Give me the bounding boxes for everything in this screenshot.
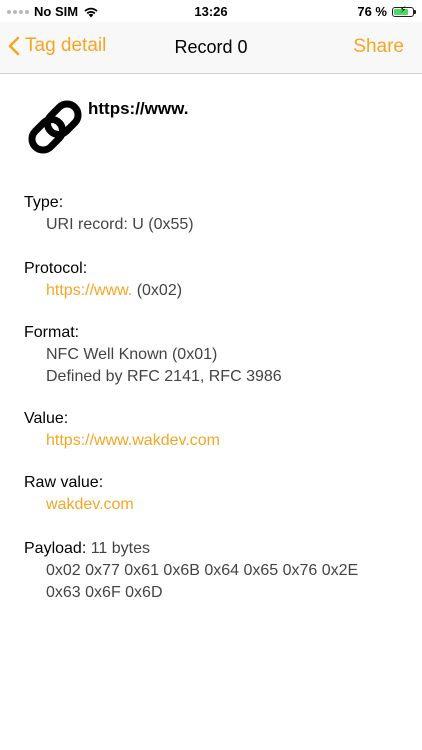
record-header-url: https://www. [88, 99, 189, 118]
battery-icon: ⚡ [392, 4, 416, 17]
raw-value-section: Raw value: wakdev.com [24, 472, 134, 516]
charging-bolt-icon: ⚡ [399, 4, 407, 16]
link-icon [28, 100, 82, 154]
battery-percent: 76 % [357, 4, 387, 19]
payload-size: 11 bytes [90, 540, 151, 557]
payload-bytes-line1: 0x02 0x77 0x61 0x6B 0x64 0x65 0x76 0x2E [46, 562, 359, 579]
payload-label: Payload: [24, 540, 87, 557]
format-value-line1: NFC Well Known (0x01) [46, 346, 218, 363]
status-right: 76 % ⚡ [357, 4, 416, 19]
type-section: Type: URI record: U (0x55) [24, 192, 194, 236]
protocol-section: Protocol: https://www. (0x02) [24, 258, 182, 302]
payload-section: Payload: 11 bytes 0x02 0x77 0x61 0x6B 0x… [24, 538, 358, 604]
format-section: Format: NFC Well Known (0x01) Defined by… [24, 322, 282, 388]
type-label: Type: [24, 194, 64, 211]
raw-value-label: Raw value: [24, 474, 104, 491]
protocol-label: Protocol: [24, 260, 88, 277]
raw-value-link[interactable]: wakdev.com [24, 494, 134, 516]
format-value-line2: Defined by RFC 2141, RFC 3986 [46, 368, 282, 385]
protocol-link[interactable]: https://www. [46, 282, 132, 299]
type-value: URI record: U (0x55) [46, 216, 194, 233]
value-label: Value: [24, 410, 69, 427]
protocol-code: (0x02) [132, 282, 183, 299]
status-bar: No SIM 13:26 76 % ⚡ [0, 0, 422, 22]
record-header [22, 94, 88, 160]
payload-header: Payload: 11 bytes [24, 538, 358, 560]
navigation-bar: Tag detail Record 0 Share [0, 22, 422, 74]
value-link[interactable]: https://www.wakdev.com [24, 430, 220, 452]
value-section: Value: https://www.wakdev.com [24, 408, 220, 452]
payload-bytes-line2: 0x63 0x6F 0x6D [46, 584, 163, 601]
format-label: Format: [24, 324, 80, 341]
protocol-value: https://www. (0x02) [24, 280, 182, 302]
share-button[interactable]: Share [353, 36, 404, 58]
